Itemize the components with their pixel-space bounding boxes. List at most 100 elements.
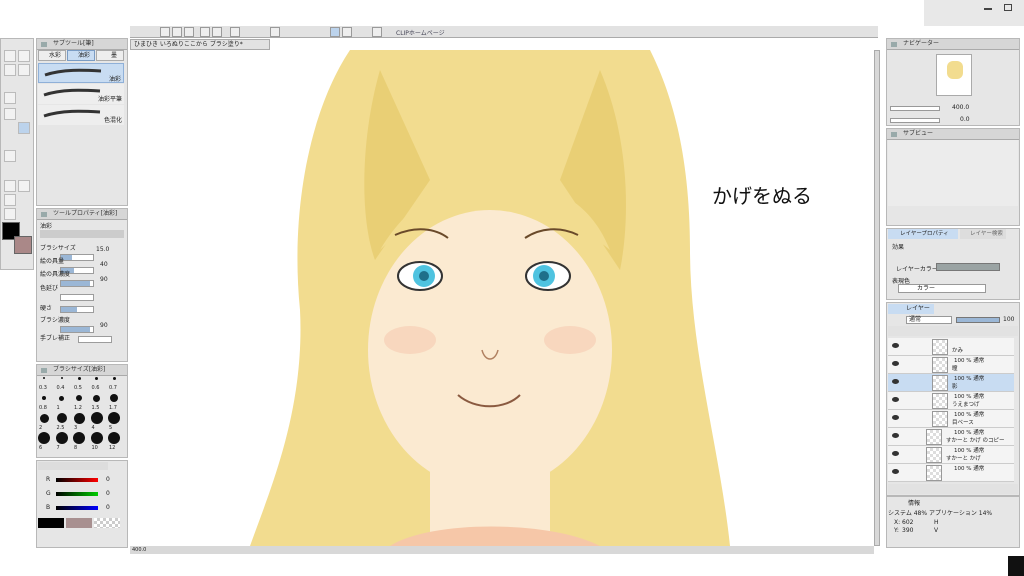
channel-r-slider[interactable] <box>56 478 98 482</box>
undo-icon[interactable] <box>200 27 210 37</box>
visibility-eye-icon[interactable] <box>892 433 899 438</box>
brush-size-dot[interactable] <box>55 432 68 444</box>
visibility-eye-icon[interactable] <box>892 379 899 384</box>
transform-icon[interactable] <box>270 27 280 37</box>
canvas-vertical-scrollbar[interactable] <box>874 50 880 546</box>
prop-stabilization-slider[interactable] <box>78 336 112 343</box>
channel-g-slider[interactable] <box>56 492 98 496</box>
brush-stroke-icon <box>44 68 102 77</box>
color-history-transparent[interactable] <box>94 518 120 528</box>
visibility-eye-icon[interactable] <box>892 343 899 348</box>
navigator-zoom-slider[interactable] <box>890 106 940 111</box>
snap-icon[interactable] <box>330 27 340 37</box>
navigator-angle-slider[interactable] <box>890 118 940 123</box>
blend-mode-select[interactable]: 通常 <box>906 316 952 324</box>
expression-select[interactable]: カラー <box>898 284 986 293</box>
visibility-eye-icon[interactable] <box>892 361 899 366</box>
gradient-tool-icon[interactable] <box>18 180 30 192</box>
brush-size-dot[interactable] <box>42 396 46 400</box>
ruler-icon[interactable] <box>342 27 352 37</box>
visibility-eye-icon[interactable] <box>892 415 899 420</box>
prop-brush-density-value: 90 <box>100 322 108 329</box>
brush-size-dot[interactable] <box>59 395 64 401</box>
brush-size-dot[interactable] <box>76 395 82 401</box>
layer-property-tab[interactable]: レイヤープロパティ <box>888 229 958 239</box>
layer-opacity-slider[interactable] <box>956 317 1000 323</box>
brush-size-dot[interactable] <box>60 377 63 379</box>
layer-row[interactable]: 100 % 通常影 <box>888 374 1014 392</box>
pen-tool-icon[interactable] <box>4 108 16 120</box>
save-icon[interactable] <box>184 27 194 37</box>
prop-brush-size-value: 15.0 <box>96 246 110 253</box>
brush-item-oil-flat[interactable]: 油彩平筆 <box>38 84 124 104</box>
color-mode-tabs[interactable] <box>38 462 108 470</box>
move-tool-icon[interactable] <box>18 50 30 62</box>
layer-row[interactable]: 100 % 通常 すかーと かげ のコピー <box>888 428 1014 446</box>
layer-row[interactable]: 100 % 通常瞳 <box>888 356 1014 374</box>
layer-color-swatch[interactable] <box>936 263 1000 271</box>
visibility-eye-icon[interactable] <box>892 397 899 402</box>
brush-tool-icon[interactable] <box>18 122 30 134</box>
layer-row[interactable]: かみ <box>888 338 1014 356</box>
prop-brush-density-slider[interactable] <box>60 326 94 333</box>
brush-size-dot[interactable] <box>39 413 49 423</box>
eyedropper-tool-icon[interactable] <box>18 64 30 76</box>
brush-item-color-mix[interactable]: 色混化 <box>38 105 124 125</box>
minimize-icon[interactable] <box>984 8 992 10</box>
brush-size-dot[interactable] <box>95 376 98 380</box>
brush-size-dot[interactable] <box>108 412 120 424</box>
brush-size-dot[interactable] <box>93 394 100 402</box>
select-tool-icon[interactable] <box>4 64 16 76</box>
brush-size-dot[interactable] <box>90 412 103 424</box>
brush-size-label: 8 <box>74 445 78 451</box>
layer-row[interactable]: 100 % 通常 うえまつげ <box>888 392 1014 410</box>
color-history-mauve[interactable] <box>66 518 92 528</box>
fill-tool-icon[interactable] <box>4 180 16 192</box>
visibility-eye-icon[interactable] <box>892 469 899 474</box>
brush-size-label: 1.5 <box>91 405 100 411</box>
zoom-tool-icon[interactable] <box>4 50 16 62</box>
brush-size-dot[interactable] <box>56 413 67 423</box>
visibility-eye-icon[interactable] <box>892 451 899 456</box>
text-tool-icon[interactable] <box>4 208 16 220</box>
figure-tool-icon[interactable] <box>4 194 16 206</box>
layer-row[interactable]: 100 % 通常 目ベース <box>888 410 1014 428</box>
eraser-tool-icon[interactable] <box>4 150 16 162</box>
navigator-thumbnail[interactable] <box>936 54 972 96</box>
sub-color-swatch[interactable] <box>14 236 32 254</box>
canvas-area[interactable] <box>130 50 874 546</box>
subview-title: サブビュー <box>887 129 1019 140</box>
brush-size-dot[interactable] <box>112 376 116 380</box>
document-tab[interactable]: ひまひき いろぬりここから ブラシ塗り* <box>130 39 270 50</box>
home-link[interactable]: CLIPホームページ <box>396 28 445 37</box>
brush-size-dot[interactable] <box>73 432 85 444</box>
prop-color-stretch-slider[interactable] <box>60 294 94 301</box>
brush-size-dot[interactable] <box>108 432 120 444</box>
brush-size-dot[interactable] <box>77 376 81 380</box>
lasso-tool-icon[interactable] <box>4 92 16 104</box>
layer-info: 100 % 通常 <box>954 412 985 418</box>
brush-item-oil[interactable]: 油彩 <box>38 63 124 83</box>
channel-b-slider[interactable] <box>56 506 98 510</box>
layer-row[interactable]: 100 % 通常 すかーと かげ <box>888 446 1014 464</box>
clear-icon[interactable] <box>230 27 240 37</box>
subtool-tab-ink[interactable]: 墨 <box>96 50 124 61</box>
restore-icon[interactable] <box>1004 4 1012 11</box>
subtool-tab-oil[interactable]: 油彩 <box>67 50 95 61</box>
open-icon[interactable] <box>172 27 182 37</box>
taskbar-corner[interactable] <box>1008 556 1024 576</box>
new-icon[interactable] <box>160 27 170 37</box>
color-icon[interactable] <box>372 27 382 37</box>
brush-size-dot[interactable] <box>73 412 85 424</box>
layer-search-tab[interactable]: レイヤー検索 <box>960 229 1006 239</box>
layer-row[interactable]: 100 % 通常 <box>888 464 1014 482</box>
subtool-tab-watercolor[interactable]: 水彩 <box>38 50 66 61</box>
layer-panel-tab[interactable]: レイヤー <box>888 304 934 314</box>
brush-size-dot[interactable] <box>110 394 118 402</box>
prop-hardness-slider[interactable] <box>60 306 94 313</box>
brush-size-dot[interactable] <box>43 377 45 379</box>
color-history-black[interactable] <box>38 518 64 528</box>
brush-size-dot[interactable] <box>90 432 103 444</box>
brush-size-dot[interactable] <box>38 432 50 444</box>
redo-icon[interactable] <box>212 27 222 37</box>
